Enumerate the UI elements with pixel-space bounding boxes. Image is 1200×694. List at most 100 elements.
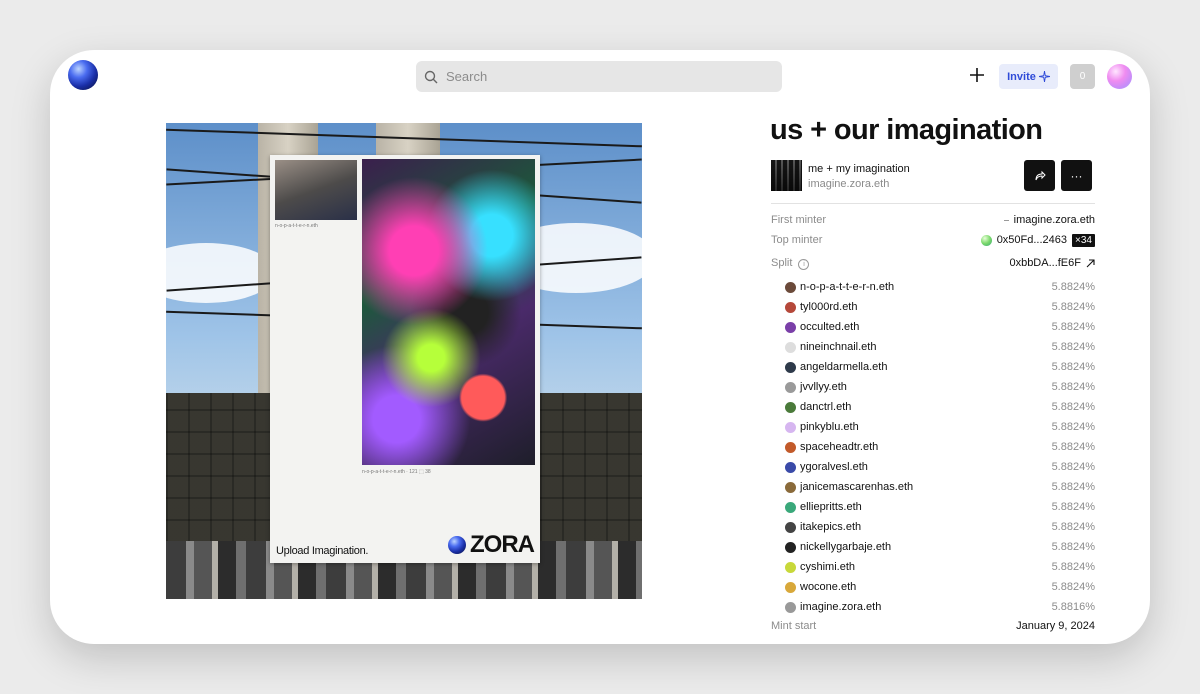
recipient-avatar-icon — [785, 281, 796, 293]
recipient-percentage: 5.8816% — [1051, 601, 1095, 613]
recipient-name: nineinchnail.eth — [800, 341, 877, 353]
split-item[interactable]: spaceheadtr.eth 5.8824% — [785, 437, 1095, 457]
first-minter-value[interactable]: imagine.zora.eth — [1014, 214, 1095, 226]
poster-brand-text: ZORA — [470, 531, 535, 558]
user-avatar[interactable] — [1107, 64, 1132, 89]
invite-button[interactable]: Invite — [999, 64, 1058, 89]
top-minter-value[interactable]: 0x50Fd...2463 — [997, 234, 1067, 246]
poster-photo-meta: n-o-p-a-t-t-e-r-n.eth — [275, 223, 318, 229]
recipient-percentage: 5.8824% — [1051, 361, 1095, 373]
split-label: Split — [771, 256, 793, 269]
top-minter-count: ×34 — [1072, 233, 1095, 247]
recipient-avatar-icon — [785, 461, 796, 473]
search-bar[interactable] — [416, 61, 782, 92]
split-item[interactable]: nineinchnail.eth 5.8824% — [785, 337, 1095, 357]
recipient-avatar-icon — [785, 481, 796, 493]
split-item[interactable]: imagine.zora.eth 5.8816% — [785, 597, 1095, 617]
recipient-name: cyshimi.eth — [800, 561, 856, 573]
info-icon[interactable]: i — [798, 258, 810, 270]
recipient-avatar-icon — [785, 441, 796, 453]
recipient-percentage: 5.8824% — [1051, 481, 1095, 493]
divider — [771, 203, 1095, 204]
recipient-avatar-icon — [785, 581, 796, 593]
search-input[interactable] — [444, 68, 748, 85]
collection-name[interactable]: me + my imagination — [808, 163, 910, 175]
poster-artwork-meta: n-o-p-a-t-t-e-r-n.eth · 121 ⬚ 38 — [362, 469, 431, 475]
recipient-percentage: 5.8824% — [1051, 321, 1095, 333]
split-item[interactable]: itakepics.eth 5.8824% — [785, 517, 1095, 537]
split-item[interactable]: cyshimi.eth 5.8824% — [785, 557, 1095, 577]
recipient-name: janicemascarenhas.eth — [800, 481, 914, 493]
minter-avatar-icon — [980, 234, 992, 246]
share-button[interactable] — [1024, 160, 1055, 191]
first-minter-label: First minter — [771, 214, 826, 226]
recipient-name: tyl000rd.eth — [800, 301, 858, 313]
poster-caption: Upload Imagination. — [276, 545, 369, 557]
recipient-percentage: 5.8824% — [1051, 461, 1095, 473]
recipient-avatar-icon — [785, 521, 796, 533]
split-item[interactable]: pinkyblu.eth 5.8824% — [785, 417, 1095, 437]
split-address[interactable]: 0xbbDA...fE6F — [1009, 257, 1081, 269]
recipient-name: nickellygarbaje.eth — [800, 541, 892, 553]
recipient-percentage: 5.8824% — [1051, 521, 1095, 533]
split-item[interactable]: jvvllyy.eth 5.8824% — [785, 377, 1095, 397]
poster-photo — [275, 160, 357, 220]
recipient-name: jvvllyy.eth — [800, 381, 847, 393]
split-item[interactable]: tyl000rd.eth 5.8824% — [785, 297, 1095, 317]
plus-icon[interactable] — [968, 66, 986, 84]
split-item[interactable]: janicemascarenhas.eth 5.8824% — [785, 477, 1095, 497]
recipient-name: ygoralvesl.eth — [800, 461, 868, 473]
split-item[interactable]: angeldarmella.eth 5.8824% — [785, 357, 1095, 377]
more-button[interactable]: ··· — [1061, 160, 1092, 191]
external-link-icon[interactable] — [1086, 258, 1095, 268]
split-item[interactable]: elliepritts.eth 5.8824% — [785, 497, 1095, 517]
notification-badge[interactable]: 0 — [1070, 64, 1095, 89]
top-minter-row: Top minter 0x50Fd...2463 ×34 — [771, 231, 1095, 249]
split-item[interactable]: n-o-p-a-t-t-e-r-n.eth 5.8824% — [785, 277, 1095, 297]
recipient-percentage: 5.8824% — [1051, 301, 1095, 313]
recipient-name: n-o-p-a-t-t-e-r-n.eth — [800, 281, 895, 293]
collection-thumbnail[interactable] — [771, 160, 802, 191]
poster-artwork — [362, 159, 535, 465]
recipient-percentage: 5.8824% — [1051, 541, 1095, 553]
app-window: Invite 0 n-o-p-a-t-t-e-r-n.eth n-o-p-a-t… — [50, 50, 1150, 644]
recipient-name: danctrl.eth — [800, 401, 852, 413]
mint-start-label: Mint start — [771, 620, 817, 632]
artwork-image[interactable]: n-o-p-a-t-t-e-r-n.eth n-o-p-a-t-t-e-r-n.… — [166, 123, 642, 599]
recipient-name: itakepics.eth — [800, 521, 862, 533]
split-item[interactable]: danctrl.eth 5.8824% — [785, 397, 1095, 417]
recipient-avatar-icon — [785, 601, 796, 613]
mint-start-value: January 9, 2024 — [1016, 620, 1095, 632]
split-item[interactable]: occulted.eth 5.8824% — [785, 317, 1095, 337]
collection-creator[interactable]: imagine.zora.eth — [808, 178, 889, 190]
recipient-percentage: 5.8824% — [1051, 441, 1095, 453]
recipient-avatar-icon — [785, 401, 796, 413]
invite-label: Invite — [1007, 70, 1036, 83]
recipient-name: imagine.zora.eth — [800, 601, 882, 613]
token-title: us + our imagination — [770, 114, 1043, 146]
search-icon — [424, 70, 438, 83]
recipient-avatar-icon — [785, 381, 796, 393]
recipient-percentage: 5.8824% — [1051, 561, 1095, 573]
recipient-avatar-icon — [785, 341, 796, 353]
sparkle-icon — [1038, 71, 1050, 82]
split-item[interactable]: wocone.eth 5.8824% — [785, 577, 1095, 597]
recipient-percentage: 5.8824% — [1051, 341, 1095, 353]
recipient-avatar-icon — [785, 421, 796, 433]
recipient-percentage: 5.8824% — [1051, 581, 1095, 593]
collection-info: me + my imagination imagine.zora.eth ··· — [771, 160, 1095, 194]
zora-logo-icon[interactable] — [68, 60, 98, 90]
recipient-avatar-icon — [785, 501, 796, 513]
recipient-name: angeldarmella.eth — [800, 361, 888, 373]
recipient-avatar-icon — [785, 301, 796, 313]
recipient-avatar-icon — [785, 561, 796, 573]
split-item[interactable]: nickellygarbaje.eth 5.8824% — [785, 537, 1095, 557]
minus-icon — [1003, 219, 1009, 221]
more-icon: ··· — [1070, 168, 1083, 183]
recipient-percentage: 5.8824% — [1051, 401, 1095, 413]
recipient-percentage: 5.8824% — [1051, 501, 1095, 513]
recipient-name: pinkyblu.eth — [800, 421, 859, 433]
first-minter-row: First minter imagine.zora.eth — [771, 211, 1095, 229]
mint-start-row: Mint start January 9, 2024 — [771, 617, 1095, 635]
split-item[interactable]: ygoralvesl.eth 5.8824% — [785, 457, 1095, 477]
